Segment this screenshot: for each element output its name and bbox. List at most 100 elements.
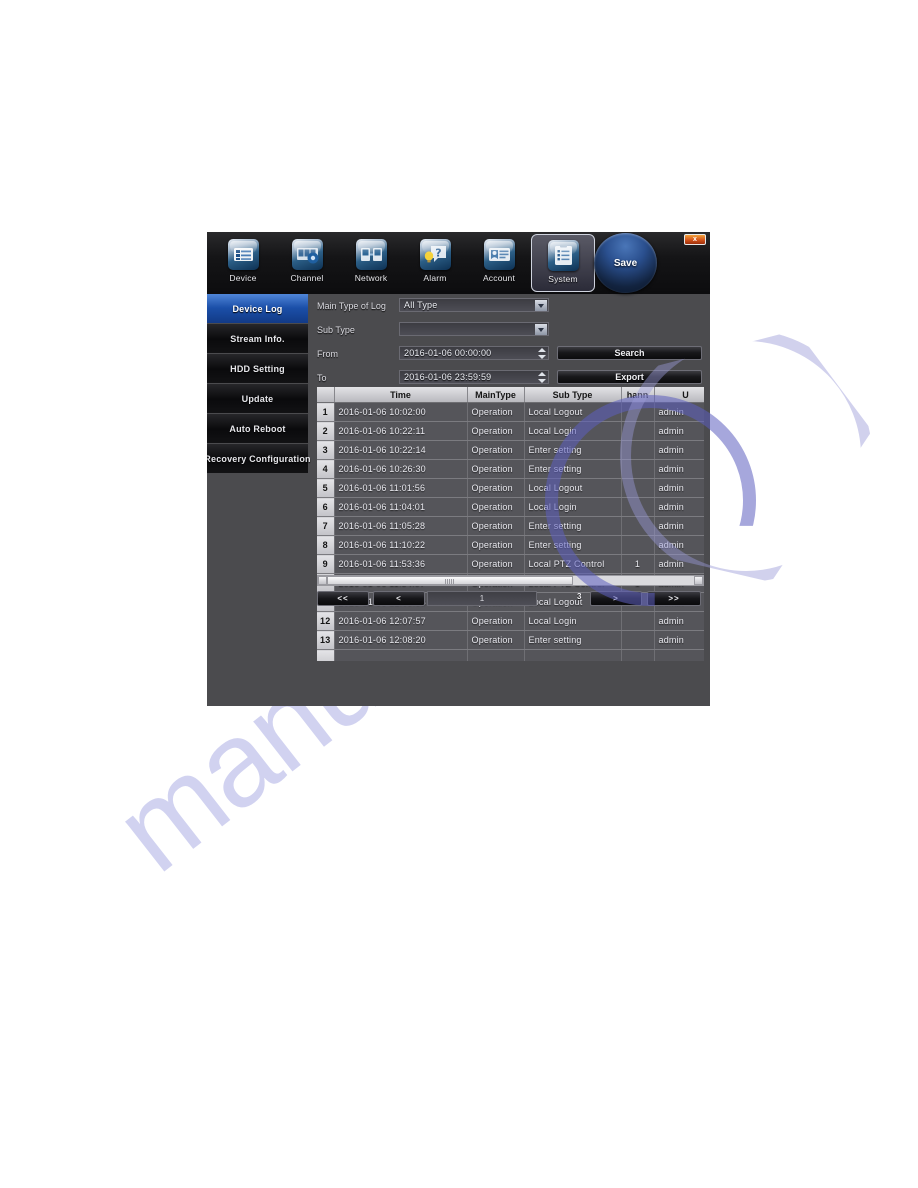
scroll-left-icon[interactable] (318, 576, 327, 585)
cell-user: admin (654, 611, 704, 631)
next-page-label: > (613, 594, 619, 603)
cell-channel (621, 649, 655, 661)
cell-user: admin (654, 478, 704, 498)
device-log-window: Device Channel Network ? Alarm Account S… (207, 232, 710, 706)
sidebar-item-label: Auto Reboot (229, 423, 286, 434)
search-button[interactable]: Search (557, 346, 702, 360)
column-header-user[interactable]: U (654, 387, 704, 403)
cell-time: 2016-01-06 12:08:20 (334, 630, 468, 650)
close-button[interactable]: x (684, 234, 706, 245)
sidebar-item-hdd-setting[interactable]: HDD Setting (207, 354, 308, 383)
cell-subtype (524, 649, 622, 661)
toolbar-item-network[interactable]: Network (339, 234, 403, 292)
row-number: 5 (317, 478, 335, 498)
cell-channel (621, 535, 655, 555)
table-row[interactable]: 6 2016-01-06 11:04:01 Operation Local Lo… (317, 497, 704, 517)
cell-subtype: Enter setting (524, 440, 622, 460)
prev-page-label: < (396, 594, 402, 603)
to-value: 2016-01-06 23:59:59 (404, 372, 492, 382)
table-row[interactable]: 12 2016-01-06 12:07:57 Operation Local L… (317, 611, 704, 631)
toolbar-item-device[interactable]: Device (211, 234, 275, 292)
table-horizontal-scrollbar[interactable] (317, 575, 704, 586)
sidebar-item-auto-reboot[interactable]: Auto Reboot (207, 414, 308, 443)
from-datetime-input[interactable]: 2016-01-06 00:00:00 (399, 346, 549, 360)
cell-channel (621, 497, 655, 517)
toolbar-item-system[interactable]: System (531, 234, 595, 292)
table-row-empty (317, 649, 704, 661)
cell-maintype: Operation (467, 440, 525, 460)
scroll-right-icon[interactable] (694, 576, 703, 585)
next-page-button[interactable]: > (590, 591, 642, 606)
table-row[interactable]: 2 2016-01-06 10:22:11 Operation Local Lo… (317, 421, 704, 441)
from-value: 2016-01-06 00:00:00 (404, 348, 492, 358)
cell-time (334, 649, 468, 661)
row-number: 4 (317, 459, 335, 479)
sidebar-item-device-log[interactable]: Device Log (207, 294, 308, 323)
network-icon (355, 239, 387, 270)
table-row[interactable]: 1 2016-01-06 10:02:00 Operation Local Lo… (317, 402, 704, 422)
sidebar-item-recovery-configuration[interactable]: Recovery Configuration (207, 444, 311, 473)
column-header-channel[interactable]: hann (621, 387, 655, 403)
sub-type-select[interactable] (399, 322, 549, 336)
cell-maintype: Operation (467, 497, 525, 517)
save-button[interactable]: Save (594, 233, 657, 293)
toolbar-item-label: Network (354, 273, 388, 283)
spinner-icon[interactable] (537, 348, 547, 359)
last-page-button[interactable]: >> (647, 591, 701, 606)
table-row[interactable]: 4 2016-01-06 10:26:30 Operation Enter se… (317, 459, 704, 479)
main-type-select[interactable]: All Type (399, 298, 549, 312)
cell-channel (621, 459, 655, 479)
cell-subtype: Local Login (524, 421, 622, 441)
sidebar-item-update[interactable]: Update (207, 384, 308, 413)
log-table-container[interactable]: Time MainType Sub Type hann U 1 2016-01-… (317, 387, 704, 661)
to-datetime-input[interactable]: 2016-01-06 23:59:59 (399, 370, 549, 384)
sidebar-item-stream-info[interactable]: Stream Info. (207, 324, 308, 353)
table-row[interactable]: 8 2016-01-06 11:10:22 Operation Enter se… (317, 535, 704, 555)
toolbar-item-label: System (548, 274, 578, 284)
table-row[interactable]: 9 2016-01-06 11:53:36 Operation Local PT… (317, 554, 704, 574)
cell-maintype: Operation (467, 630, 525, 650)
column-header-subtype[interactable]: Sub Type (524, 387, 622, 403)
table-row[interactable]: 7 2016-01-06 11:05:28 Operation Enter se… (317, 516, 704, 536)
cell-maintype: Operation (467, 459, 525, 479)
sub-type-label: Sub Type (317, 324, 355, 335)
cell-channel (621, 516, 655, 536)
chevron-down-icon[interactable] (535, 324, 547, 335)
chevron-down-icon[interactable] (535, 300, 547, 311)
search-button-label: Search (614, 348, 645, 358)
cell-maintype: Operation (467, 421, 525, 441)
cell-maintype (467, 649, 525, 661)
cell-time: 2016-01-06 11:53:36 (334, 554, 468, 574)
table-row[interactable]: 13 2016-01-06 12:08:20 Operation Enter s… (317, 630, 704, 650)
prev-page-button[interactable]: < (373, 591, 425, 606)
table-row[interactable]: 5 2016-01-06 11:01:56 Operation Local Lo… (317, 478, 704, 498)
toolbar-item-account[interactable]: Account (467, 234, 531, 292)
cell-subtype: Local Logout (524, 478, 622, 498)
cell-time: 2016-01-06 11:01:56 (334, 478, 468, 498)
scrollbar-track[interactable] (327, 576, 694, 585)
log-table: Time MainType Sub Type hann U 1 2016-01-… (317, 387, 704, 661)
table-row[interactable]: 3 2016-01-06 10:22:14 Operation Enter se… (317, 440, 704, 460)
spinner-icon[interactable] (537, 372, 547, 383)
column-header-maintype[interactable]: MainType (467, 387, 525, 403)
first-page-button[interactable]: << (317, 591, 369, 606)
scrollbar-thumb[interactable] (327, 576, 573, 585)
cell-user: admin (654, 421, 704, 441)
cell-subtype: Local Login (524, 497, 622, 517)
export-button[interactable]: Export (557, 370, 702, 384)
export-button-label: Export (615, 372, 644, 382)
main-type-row: Main Type of Log (317, 298, 386, 313)
cell-time: 2016-01-06 11:10:22 (334, 535, 468, 555)
to-label: To (317, 372, 327, 383)
cell-channel (621, 402, 655, 422)
account-icon (483, 239, 515, 270)
toolbar-item-channel[interactable]: Channel (275, 234, 339, 292)
page-number-input[interactable]: 1 (427, 591, 537, 606)
cell-user: admin (654, 440, 704, 460)
toolbar-item-alarm[interactable]: ? Alarm (403, 234, 467, 292)
column-header-time[interactable]: Time (334, 387, 468, 403)
column-header-select[interactable] (317, 387, 335, 403)
save-button-label: Save (613, 257, 638, 269)
cell-time: 2016-01-06 10:02:00 (334, 402, 468, 422)
cell-subtype: Enter setting (524, 535, 622, 555)
